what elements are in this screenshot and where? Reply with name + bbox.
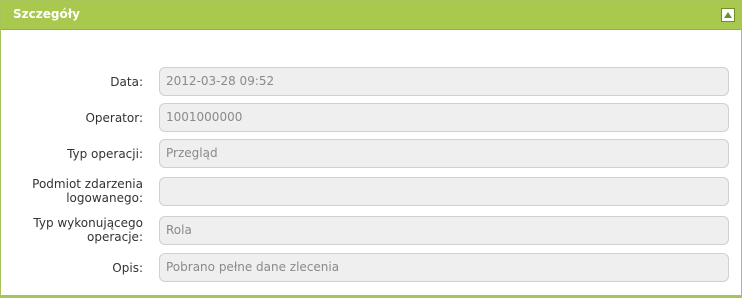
field-executor-type[interactable]: Rola [159,216,729,245]
field-description[interactable]: Pobrano pełne dane zlecenia [159,253,729,282]
field-label-description: Opis: [112,261,143,275]
collapse-button[interactable] [721,8,735,22]
field-label-operation-type: Typ operacji: [67,147,143,161]
field-label-event-subject: Podmiot zdarzenia logowanego: [32,177,143,205]
field-operator[interactable]: 1001000000 [159,103,729,132]
chevron-up-icon [724,12,732,18]
field-operation-type[interactable]: Przegląd [159,139,729,168]
field-event-subject[interactable] [159,177,729,206]
details-panel: Szczegóły Data: 2012-03-28 09:52 Operato… [0,0,742,298]
field-label-operator: Operator: [85,111,143,125]
panel-title: Szczegóły [13,7,80,21]
field-label-date: Data: [110,75,143,89]
panel-header: Szczegóły [1,1,741,30]
field-label-executor-type: Typ wykonującego operacje: [33,216,143,244]
field-date[interactable]: 2012-03-28 09:52 [159,67,729,96]
